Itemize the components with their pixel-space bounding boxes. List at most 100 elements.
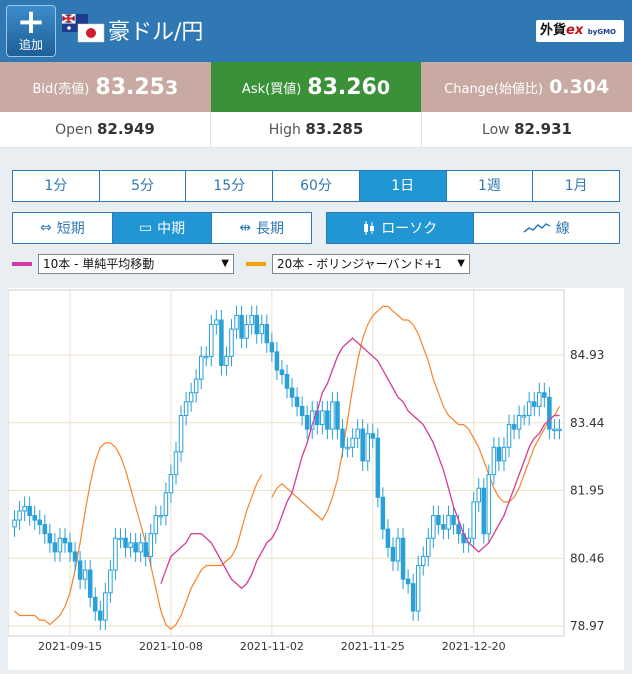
candle-body <box>294 396 300 407</box>
aud-jpy-flags-icon <box>62 14 105 43</box>
tab-1month[interactable]: 1月 <box>533 171 619 201</box>
candle-body <box>350 437 355 448</box>
line-chart-button[interactable]: 線 <box>474 213 620 243</box>
chevron-down-icon: ▼ <box>457 258 465 269</box>
candle-body <box>158 515 164 518</box>
candle-body <box>451 515 456 526</box>
currency-pair-title: 豪ドル/円 <box>108 20 204 45</box>
candle-body <box>77 560 83 580</box>
candle-body <box>32 515 37 521</box>
bid-quote[interactable]: Bid(売値) 83.253 <box>0 62 211 112</box>
short-term-button[interactable]: ⇔ 短期 <box>13 213 113 243</box>
mid-term-button[interactable]: ▭ 中期 <box>112 213 213 243</box>
candle-body <box>355 428 360 439</box>
high-cell: High 83.285 <box>211 112 422 147</box>
candlestick-button[interactable]: ローソク <box>327 213 474 243</box>
candle-body <box>214 319 219 326</box>
bb-swatch <box>246 262 266 266</box>
candle-body <box>138 542 143 553</box>
add-button[interactable]: + 追加 <box>6 5 56 57</box>
candle-body <box>113 537 118 571</box>
ask-value: 83.260 <box>307 74 391 100</box>
candle-body <box>335 401 340 430</box>
candle-body <box>436 515 441 526</box>
change-quote: Change(始値比) 0.304 <box>421 62 632 112</box>
quote-bar: Bid(売値) 83.253 Ask(買値) 83.260 Change(始値比… <box>0 62 632 112</box>
price-chart[interactable]: 84.93 83.44 81.95 80.46 78.97 2021-09-15 2021-… <box>7 288 624 670</box>
candle-body <box>224 355 229 366</box>
candle-body <box>537 392 542 407</box>
low-cell: Low 82.931 <box>482 120 572 138</box>
candle-body <box>547 396 552 430</box>
candle-body <box>304 414 310 430</box>
candle-body <box>431 515 436 539</box>
candle-body <box>284 374 290 389</box>
candle-body <box>87 569 93 598</box>
bid-value: 83.253 <box>95 74 179 100</box>
candle-body <box>118 537 123 541</box>
candle-body <box>234 314 239 330</box>
candle-body <box>103 592 108 621</box>
candle-body <box>390 546 396 562</box>
bb-select[interactable]: 20本 - ボリンジャーバンド+1 ▼ <box>272 254 470 274</box>
tab-1week[interactable]: 1週 <box>447 171 534 201</box>
candle-body <box>22 505 27 512</box>
candle-body <box>405 578 411 585</box>
x-tick-label: 2021-12-20 <box>442 640 506 653</box>
candle-body <box>506 424 512 448</box>
candle-body <box>143 542 148 557</box>
tab-1min[interactable]: 1分 <box>13 171 100 201</box>
candle-body <box>173 451 179 476</box>
candle-body <box>269 342 275 353</box>
candle-body <box>47 533 53 544</box>
candle-body <box>385 528 391 548</box>
tab-15min[interactable]: 15分 <box>186 171 274 201</box>
candle-body <box>400 537 406 580</box>
candle-body <box>72 551 78 562</box>
candle-body <box>521 414 527 418</box>
chart-type-toggle: ローソク 線 <box>326 212 620 244</box>
candle-body <box>491 446 497 476</box>
x-tick-label: 2021-11-25 <box>341 640 405 653</box>
candle-body <box>415 565 421 612</box>
candle-body <box>420 555 426 567</box>
candle-body <box>128 542 133 548</box>
candle-body <box>188 392 194 403</box>
long-term-button[interactable]: ⇹ 長期 <box>212 213 311 243</box>
candle-body <box>193 378 199 394</box>
candle-body <box>12 519 17 528</box>
candle-body <box>219 319 224 366</box>
candle-body <box>163 492 169 517</box>
candle-body <box>264 324 270 344</box>
y-tick-label: 80.46 <box>570 551 604 565</box>
x-tick-label: 2021-09-15 <box>38 640 102 653</box>
candle-body <box>133 542 138 553</box>
candle-body <box>345 446 350 450</box>
candle-body <box>259 324 265 335</box>
tab-5min[interactable]: 5分 <box>100 171 187 201</box>
candle-body <box>123 537 128 548</box>
candle-body <box>552 428 557 432</box>
candle-body <box>67 542 73 553</box>
candle-body <box>42 524 48 535</box>
tab-1day[interactable]: 1日 <box>359 171 447 201</box>
candle-body <box>239 314 244 339</box>
ask-quote[interactable]: Ask(買値) 83.260 <box>210 62 422 112</box>
candle-body <box>274 351 280 371</box>
candle-body <box>62 537 68 544</box>
app-header: + 追加 豪ドル/円 外貨ex byGMO <box>0 0 632 62</box>
candle-body <box>98 610 103 621</box>
candle-body <box>481 487 487 535</box>
candle-body <box>375 437 381 498</box>
candle-body <box>57 537 63 553</box>
candle-body <box>249 314 254 326</box>
candle-body <box>37 519 43 526</box>
candle-body <box>511 424 517 430</box>
ma-select[interactable]: 10本 - 単純平均移動 ▼ <box>38 254 234 274</box>
candle-body <box>320 410 325 426</box>
candle-body <box>441 524 446 530</box>
timeframe-tabs: 1分 5分 15分 60分 1日 1週 1月 <box>12 170 620 202</box>
brand-logo: 外貨ex byGMO <box>536 20 624 42</box>
tab-60min[interactable]: 60分 <box>273 171 360 201</box>
add-button-label: 追加 <box>18 38 43 52</box>
